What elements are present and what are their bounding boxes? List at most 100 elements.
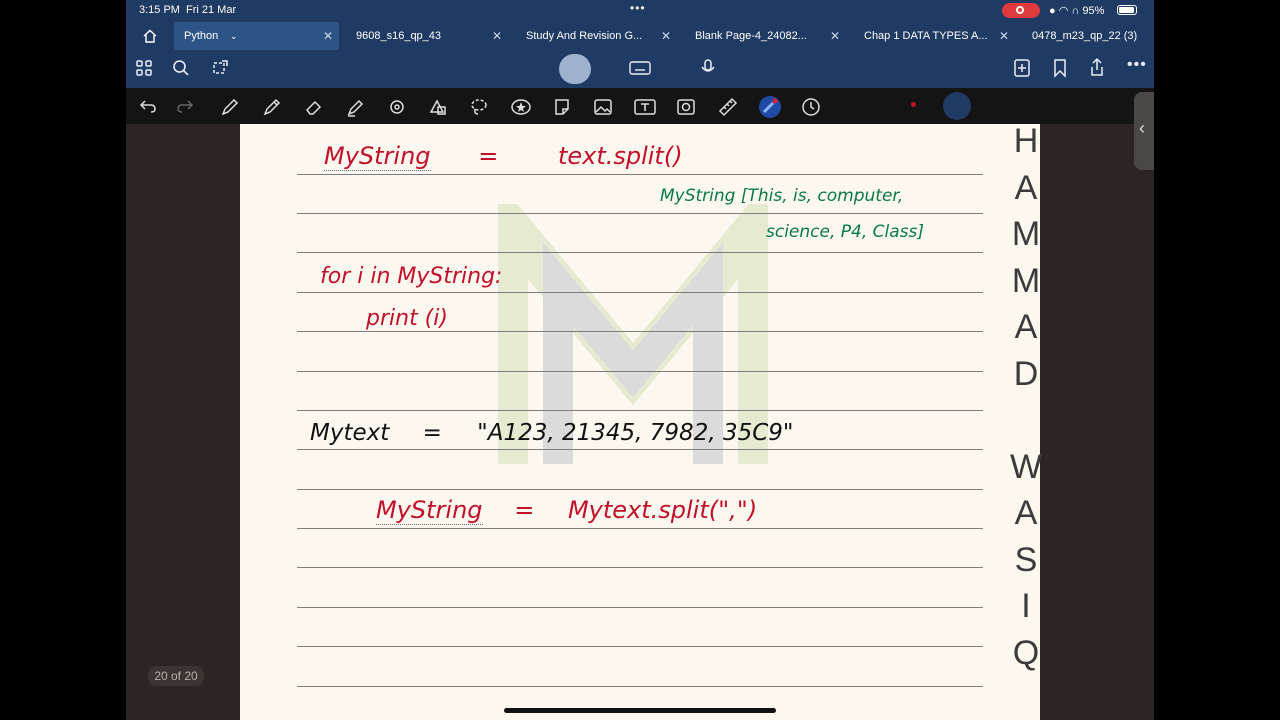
watermark-letter: M <box>1011 261 1041 300</box>
watermark-letter: A <box>1014 494 1038 532</box>
page-indicator[interactable]: 20 of 20 <box>148 666 204 686</box>
star-icon[interactable] <box>510 97 532 117</box>
wifi-headphone-icons: ● ◠ ∩ <box>1049 5 1083 17</box>
tab-document[interactable]: Study And Revision G... ✕ <box>516 22 677 50</box>
ruled-line <box>297 528 983 529</box>
status-time: 3:15 PM <box>139 4 180 16</box>
color-dot-red[interactable] <box>911 102 916 107</box>
tab-bar: Python ⌄ ✕ 9608_s16_qp_43 ✕ Study And Re… <box>126 22 1154 50</box>
highlighter-icon[interactable] <box>345 97 365 117</box>
tab-label: Blank Page-4_24082... <box>695 30 807 42</box>
microphone-icon[interactable] <box>699 58 717 78</box>
equals-sign: = <box>422 420 442 446</box>
multitask-dots-icon[interactable]: ••• <box>630 1 646 15</box>
status-bar: 3:15 PM Fri 21 Mar ••• ● ◠ ∩ 95% <box>126 0 1154 22</box>
home-indicator[interactable] <box>504 708 776 713</box>
ruled-line <box>297 449 983 450</box>
ruled-line <box>297 410 983 411</box>
watermark-letter: W <box>1009 447 1043 486</box>
camera-icon[interactable] <box>676 97 696 117</box>
watermark-letter: S <box>1014 540 1038 579</box>
tab-python[interactable]: Python ⌄ ✕ <box>174 22 339 50</box>
watermark-letter <box>998 397 1054 444</box>
keyboard-icon[interactable] <box>629 60 651 76</box>
ruled-line <box>297 331 983 332</box>
left-gutter <box>126 124 240 720</box>
shapes-icon[interactable] <box>387 97 407 117</box>
pencil-icon[interactable] <box>262 97 282 117</box>
handwriting-for-loop: for i in MyString: <box>320 264 503 289</box>
bookmark-icon[interactable] <box>1052 58 1068 78</box>
undo-icon[interactable] <box>139 97 157 115</box>
lasso-icon[interactable] <box>469 97 489 117</box>
handwriting-mytext-line: Mytext = "A123, 21345, 7982, 35C9" <box>310 420 794 446</box>
eraser-icon[interactable] <box>304 97 324 117</box>
watermark-letter: I <box>1021 587 1031 625</box>
split-call: Mytext.split(",") <box>567 496 758 524</box>
color-swatch-blue[interactable] <box>943 92 971 120</box>
watermark-letter: Q <box>1012 633 1040 672</box>
battery-percent: 95% <box>1082 5 1105 17</box>
redo-icon[interactable] <box>176 97 194 115</box>
handwriting-last-line: MyString = Mytext.split(",") <box>376 496 758 525</box>
tab-label: 0478_m23_qp_22 (3) <box>1032 30 1138 42</box>
chevron-down-icon[interactable]: ⌄ <box>230 22 238 50</box>
chevron-left-icon[interactable]: ‹ <box>1139 118 1145 139</box>
home-icon[interactable] <box>142 28 158 44</box>
close-tab-icon[interactable]: ✕ <box>999 22 1009 50</box>
share-icon[interactable] <box>1088 57 1106 77</box>
screen-recording-icon <box>1002 3 1040 18</box>
text-icon[interactable] <box>634 97 656 117</box>
ruled-line <box>297 371 983 372</box>
variable-mytext: Mytext <box>310 420 390 446</box>
ruled-line <box>297 292 983 293</box>
tab-label: Python <box>184 30 219 42</box>
system-status: ● ◠ ∩ 95% <box>1049 4 1104 17</box>
ruled-line <box>297 686 983 687</box>
variable-mystring: MyString <box>376 496 483 525</box>
ruled-line <box>297 252 983 253</box>
timer-icon[interactable] <box>801 97 821 117</box>
battery-icon <box>1117 5 1137 15</box>
tab-document[interactable]: 0478_m23_qp_22 (3) <box>1022 22 1154 50</box>
tab-document[interactable]: 9608_s16_qp_43 ✕ <box>346 22 508 50</box>
sidebar-handle[interactable]: ‹ <box>1134 92 1154 170</box>
tab-label: 9608_s16_qp_43 <box>356 30 442 42</box>
close-tab-icon[interactable]: ✕ <box>661 22 671 50</box>
tab-label: Chap 1 DATA TYPES A... <box>864 30 988 42</box>
ipad-screen: 3:15 PM Fri 21 Mar ••• ● ◠ ∩ 95% Python … <box>126 0 1154 720</box>
watermark-letter: M <box>1011 215 1041 253</box>
notebook-page[interactable]: MyString = text.split() MyString [This, … <box>240 124 1040 720</box>
variable-mystring: MyString <box>324 142 431 171</box>
tab-label: Study And Revision G... <box>526 30 643 42</box>
search-icon[interactable] <box>172 59 190 77</box>
watermark-letter: A <box>1014 308 1038 346</box>
handwriting-green-note-2: science, P4, Class] <box>766 222 925 242</box>
watermark-letter: H <box>1013 122 1039 160</box>
lasso-share-icon[interactable] <box>210 59 230 77</box>
sticker-icon[interactable] <box>552 97 572 117</box>
laser-icon[interactable] <box>758 95 782 119</box>
handwriting-green-note-1: MyString [This, is, computer, <box>660 186 904 206</box>
tab-document[interactable]: Chap 1 DATA TYPES A... ✕ <box>854 22 1015 50</box>
close-tab-icon[interactable]: ✕ <box>492 22 502 50</box>
equals-sign: = <box>514 496 535 524</box>
tab-document[interactable]: Blank Page-4_24082... ✕ <box>685 22 846 50</box>
handwriting-print: print (i) <box>366 306 448 331</box>
more-icon[interactable]: ••• <box>1127 56 1147 74</box>
add-page-icon[interactable] <box>1013 58 1031 78</box>
image-icon[interactable] <box>593 97 613 117</box>
name-watermark: H A M M A D W A S I Q <box>998 118 1054 676</box>
grid-icon[interactable] <box>135 59 153 77</box>
watermark-letter: A <box>1014 168 1038 207</box>
handwriting-line-1: MyString = text.split() <box>324 142 683 171</box>
status-date: Fri 21 Mar <box>186 4 237 16</box>
ruled-line <box>297 607 983 608</box>
pen-icon[interactable] <box>220 97 240 117</box>
ruler-icon[interactable] <box>718 97 738 117</box>
close-tab-icon[interactable]: ✕ <box>830 22 840 50</box>
ruled-line <box>297 174 983 175</box>
close-tab-icon[interactable]: ✕ <box>323 22 333 50</box>
elements-icon[interactable] <box>428 97 448 117</box>
watermark-letter: D <box>1013 354 1039 393</box>
